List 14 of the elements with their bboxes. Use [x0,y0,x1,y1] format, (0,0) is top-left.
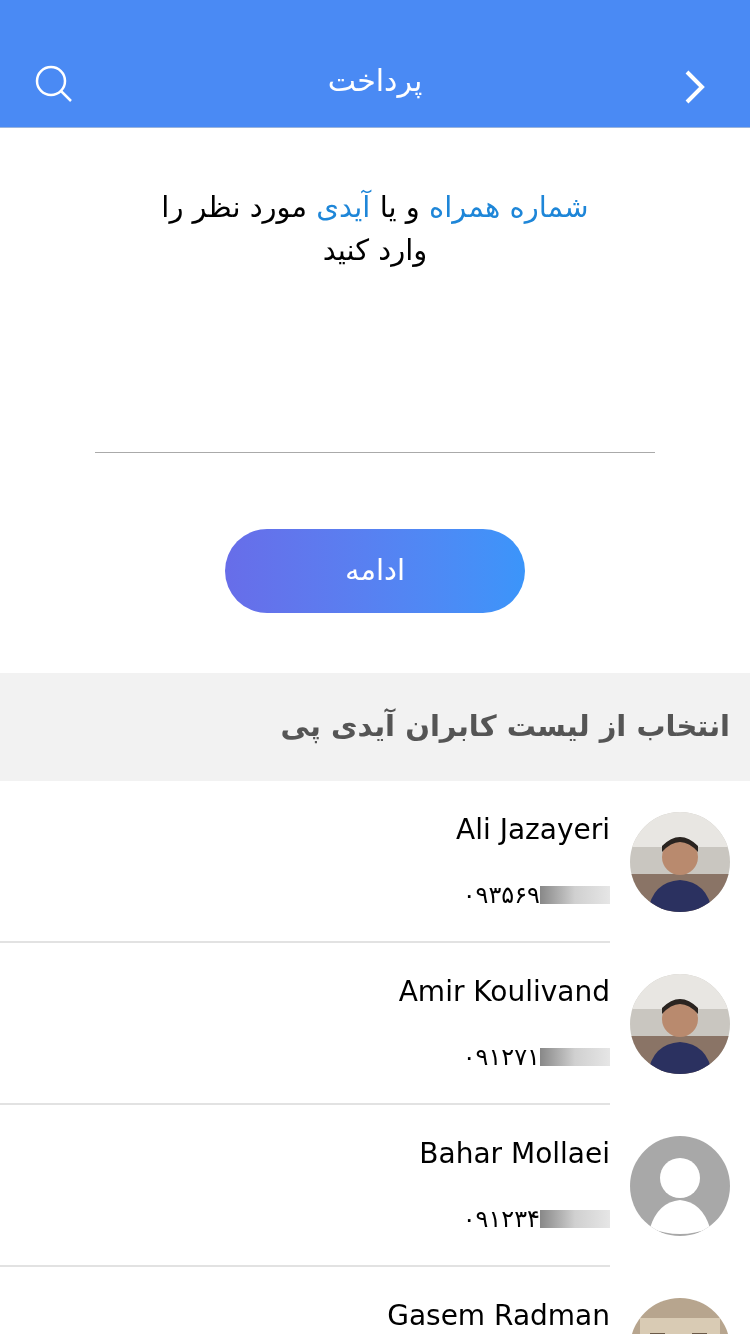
phone-number: ۰۹۱۲۷۱ [462,1042,540,1073]
contact-row[interactable]: Gasem Radman [0,1267,750,1334]
phone-number: ۰۹۱۲۳۴ [462,1204,540,1235]
page-title: پرداخت [327,62,423,101]
instruction-text: شماره همراه و یا آیدی مورد نظر را وارد کنید [160,189,590,269]
phone-number: ۰۹۳۵۶۹ [462,880,540,911]
contact-name: Bahar Mollaei [419,1136,610,1172]
search-icon[interactable] [35,65,73,103]
section-title: انتخاب از لیست کابران آیدی پی [280,707,730,746]
chevron-right-icon[interactable] [684,70,706,104]
contact-name: Amir Koulivand [398,974,610,1010]
contact-name: Gasem Radman [387,1298,610,1334]
continue-button[interactable]: ادامه [225,529,525,613]
contact-name: Ali Jazayeri [456,812,610,848]
